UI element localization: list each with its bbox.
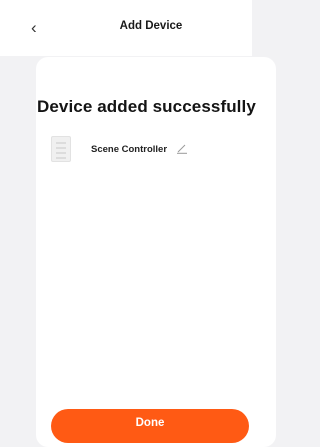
success-headline: Device added successfully bbox=[37, 97, 256, 116]
device-list-item: Scene Controller bbox=[51, 136, 231, 164]
top-bar: ‹ Add Device bbox=[0, 0, 252, 56]
pencil-icon[interactable] bbox=[176, 142, 188, 154]
scene-controller-device-icon bbox=[51, 136, 71, 162]
page-title: Add Device bbox=[119, 20, 183, 32]
done-button[interactable]: Done bbox=[51, 409, 249, 443]
device-name: Scene Controller bbox=[91, 144, 168, 155]
